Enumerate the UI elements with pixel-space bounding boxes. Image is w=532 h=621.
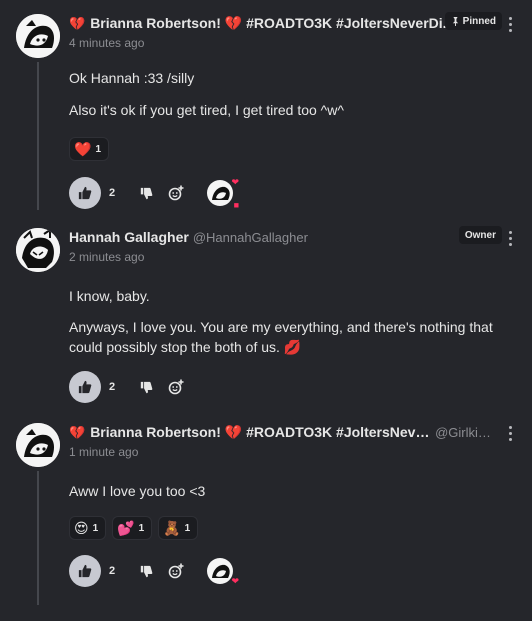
avatar[interactable]: [16, 228, 60, 272]
more-vertical-icon[interactable]: [506, 228, 514, 248]
comment-line: I know, baby.: [69, 288, 150, 304]
comment-header: Hannah Gallagher @HannahGallagher: [69, 229, 492, 245]
like-count: 2: [109, 187, 116, 199]
heart-emoji: 💔: [69, 15, 86, 31]
action-bar: 2 ❤ ■: [69, 177, 239, 210]
creator-heart-avatar: ❤: [207, 558, 239, 586]
comment-line: Anyways, I love you. You are my everythi…: [69, 319, 493, 355]
reaction-chip[interactable]: 😍 1: [69, 516, 107, 540]
dislike-button[interactable]: [133, 558, 159, 584]
avatar[interactable]: [16, 14, 60, 58]
add-reaction-icon: [168, 185, 184, 201]
like-count: 2: [109, 381, 116, 393]
add-reaction-icon: [168, 379, 184, 395]
like-button[interactable]: [69, 371, 101, 403]
reaction-chip[interactable]: 💕 1: [112, 516, 153, 540]
comment-header: 💔 Brianna Robertson! 💔 #ROADTO3K #Jolter…: [69, 424, 492, 441]
thumbs-up-icon: [78, 186, 92, 200]
author-name[interactable]: Brianna Robertson! 💔 #ROADTO3K #JoltersN…: [90, 424, 431, 441]
reaction-chip[interactable]: ❤️ 1: [69, 137, 109, 161]
heart-emoji: 💔: [69, 424, 86, 440]
dislike-button[interactable]: [133, 374, 159, 400]
add-reaction-button[interactable]: [163, 374, 189, 400]
add-reaction-icon: [168, 563, 184, 579]
reaction-count: 1: [92, 522, 99, 534]
dislike-button[interactable]: [133, 180, 159, 206]
author-name[interactable]: Brianna Robertson! 💔 #ROADTO3K #JoltersN…: [90, 15, 454, 32]
heart-emoji: ❤️: [74, 141, 92, 157]
heart-icon: ■: [233, 200, 239, 210]
thumbs-up-icon: [78, 380, 92, 394]
action-bar: 2: [69, 371, 189, 403]
heart-icon: ❤: [231, 576, 239, 586]
like-count: 2: [109, 565, 116, 577]
comment-header: 💔 Brianna Robertson! 💔 #ROADTO3K #Jolter…: [69, 15, 492, 32]
more-vertical-icon[interactable]: [506, 423, 514, 443]
thumbs-down-icon: [140, 187, 152, 199]
reaction-bar: ❤️ 1: [69, 137, 109, 161]
owner-badge: Owner: [458, 226, 502, 244]
add-reaction-button[interactable]: [163, 558, 189, 584]
thread-line: [37, 471, 39, 605]
avatar[interactable]: [16, 423, 60, 467]
thumbs-down-icon: [140, 381, 152, 393]
author-handle[interactable]: @HannahGallagher: [193, 230, 308, 245]
comment-line: Also it's ok if you get tired, I get tir…: [69, 102, 344, 118]
comment-line: Ok Hannah :33 /silly: [69, 70, 195, 86]
pin-icon: [452, 16, 458, 26]
thumbs-down-icon: [140, 565, 152, 577]
teddy-bear-emoji: 🧸: [163, 520, 181, 536]
thumbs-up-icon: [78, 564, 92, 578]
author-handle[interactable]: @Girlkis...: [435, 425, 492, 440]
reaction-chip[interactable]: 🧸 1: [158, 516, 199, 540]
comment-thread: 💔 Brianna Robertson! 💔 #ROADTO3K #Jolter…: [0, 0, 532, 621]
like-button[interactable]: [69, 177, 101, 209]
reaction-count: 1: [138, 522, 145, 534]
timestamp: 4 minutes ago: [69, 36, 145, 50]
badge-label: Pinned: [462, 15, 496, 27]
like-button[interactable]: [69, 555, 101, 587]
action-bar: 2 ❤: [69, 555, 239, 587]
heart-eyes-emoji: 😍: [74, 520, 89, 536]
timestamp: 1 minute ago: [69, 445, 139, 459]
author-name[interactable]: Hannah Gallagher: [69, 229, 189, 245]
reaction-count: 1: [95, 143, 101, 155]
creator-heart-avatar: ❤ ■: [207, 177, 239, 210]
comment-line: Aww I love you too <3: [69, 483, 206, 499]
heart-icon: ❤: [231, 177, 239, 187]
more-vertical-icon[interactable]: [506, 14, 514, 34]
thread-line: [37, 62, 39, 210]
pinned-badge: Pinned: [444, 12, 502, 30]
reaction-bar: 😍 1 💕 1 🧸 1: [69, 516, 199, 540]
add-reaction-button[interactable]: [163, 180, 189, 206]
reaction-count: 1: [184, 522, 191, 534]
badge-label: Owner: [464, 229, 496, 241]
timestamp: 2 minutes ago: [69, 250, 145, 264]
two-hearts-emoji: 💕: [117, 520, 135, 536]
